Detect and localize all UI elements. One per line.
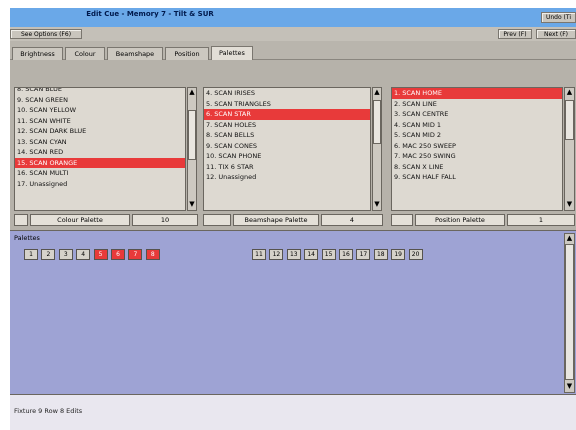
beamshape-list-item[interactable]: 8. SCAN BELLS xyxy=(204,130,370,141)
beamshape-list-item[interactable]: 6. SCAN STAR xyxy=(204,109,370,120)
beamshape-list-item[interactable]: 10. SCAN PHONE xyxy=(204,151,370,162)
palettes-panel: Palettes 12345678 11 12 13 14 15 16 17 18 19 20 ▲… xyxy=(10,230,576,394)
beamshape-list-item[interactable]: 9. SCAN CONES xyxy=(204,141,370,152)
scroll-down-icon[interactable]: ▼ xyxy=(565,382,574,390)
beamshape-palette-label: Beamshape Palette xyxy=(233,214,319,226)
beamshape-palette-value[interactable]: 4 xyxy=(321,214,383,226)
colour-list-item[interactable]: 13. SCAN CYAN xyxy=(15,137,185,148)
tab-beamshape[interactable]: Beamshape xyxy=(107,47,163,60)
position-list-item[interactable]: 2. SCAN LINE xyxy=(392,99,562,110)
colour-palette-label: Colour Palette xyxy=(30,214,130,226)
beamshape-list-item[interactable]: 12. Unassigned xyxy=(204,172,370,183)
tab-colour[interactable]: Colour xyxy=(65,47,105,60)
scroll-up-icon[interactable]: ▲ xyxy=(373,88,381,96)
colour-list-item[interactable]: 8. SCAN BLUE xyxy=(15,88,185,95)
colour-list-item[interactable]: 10. SCAN YELLOW xyxy=(15,105,185,116)
beamshape-list-item[interactable]: 4. SCAN IRISES xyxy=(204,88,370,99)
window-title: Edit Cue - Memory 7 - Tilt & SUR xyxy=(86,10,214,18)
position-list-item[interactable]: 4. SCAN MID 1 xyxy=(392,120,562,131)
beamshape-palette-list[interactable]: 4. SCAN IRISES 5. SCAN TRIANGLES 6. SCAN S… xyxy=(203,87,371,211)
next-button[interactable]: Next (F) xyxy=(536,29,576,39)
palette-button[interactable]: 7 xyxy=(128,249,143,260)
position-list-item[interactable]: 3. SCAN CENTRE xyxy=(392,109,562,120)
colour-list-item[interactable]: 15. SCAN ORANGE xyxy=(15,157,185,168)
colour-list-item[interactable]: 11. SCAN WHITE xyxy=(15,116,185,127)
palettes-title: Palettes xyxy=(14,234,40,242)
position-palette-toggle[interactable] xyxy=(391,214,413,226)
position-list-item[interactable]: 5. SCAN MID 2 xyxy=(392,130,562,141)
status-bar: Fixture 9 Row 8 Edits xyxy=(10,394,576,430)
colour-list-item[interactable]: 12. SCAN DARK BLUE xyxy=(15,126,185,137)
undo-button[interactable]: Undo (Ti xyxy=(541,12,576,23)
colour-palette-toggle[interactable] xyxy=(14,214,28,226)
position-palette-label: Position Palette xyxy=(415,214,505,226)
colour-list-scrollbar[interactable]: ▲ ▼ xyxy=(187,87,197,211)
scroll-thumb[interactable] xyxy=(565,100,574,140)
palette-button[interactable]: 15 xyxy=(321,249,336,260)
position-palette-value[interactable]: 1 xyxy=(507,214,575,226)
palettes-scrollbar[interactable]: ▲ ▼ xyxy=(564,233,575,393)
palette-button[interactable]: 13 xyxy=(286,249,301,260)
see-options-button[interactable]: See Options (F6) xyxy=(10,29,82,39)
colour-palette-list[interactable]: 8. SCAN BLUE 9. SCAN GREEN 10. SCAN YELLOW… xyxy=(14,87,186,211)
scroll-down-icon[interactable]: ▼ xyxy=(188,200,196,208)
toolbar: See Options (F6) Prev (F) Next (F) xyxy=(10,27,576,41)
palette-button[interactable]: 3 xyxy=(58,249,73,260)
attribute-panel: 8. SCAN BLUE 9. SCAN GREEN 10. SCAN YELLOW… xyxy=(10,60,576,230)
position-list-item[interactable]: 6. MAC 250 SWEEP xyxy=(392,141,562,152)
status-text: Fixture 9 Row 8 Edits xyxy=(14,407,83,415)
position-palette-list[interactable]: 1. SCAN HOME 2. SCAN LINE 3. SCAN CENTRE 4.… xyxy=(391,87,563,211)
palette-group-b: 11 12 13 14 15 16 17 18 19 20 xyxy=(252,249,492,263)
tab-position[interactable]: Position xyxy=(165,47,209,60)
palette-group-a: 12345678 xyxy=(24,249,224,263)
tab-strip: Brightness Colour Beamshape Position Pal… xyxy=(10,41,576,60)
palette-button[interactable]: 8 xyxy=(145,249,160,260)
palette-button[interactable]: 2 xyxy=(41,249,56,260)
palette-button[interactable]: 17 xyxy=(356,249,371,260)
colour-list-item[interactable]: 14. SCAN RED xyxy=(15,147,185,158)
scroll-up-icon[interactable]: ▲ xyxy=(188,88,196,96)
palette-button[interactable]: 4 xyxy=(76,249,91,260)
palette-button[interactable]: 18 xyxy=(373,249,388,260)
colour-palette-value[interactable]: 10 xyxy=(132,214,198,226)
beamshape-palette-toggle[interactable] xyxy=(203,214,231,226)
colour-list-item[interactable]: 9. SCAN GREEN xyxy=(15,95,185,106)
position-list-scrollbar[interactable]: ▲ ▼ xyxy=(564,87,575,211)
colour-list-item[interactable]: 17. Unassigned xyxy=(15,179,185,190)
scroll-down-icon[interactable]: ▼ xyxy=(373,200,381,208)
palette-button[interactable]: 16 xyxy=(339,249,353,260)
position-list-item[interactable]: 1. SCAN HOME xyxy=(392,88,562,99)
beamshape-list-scrollbar[interactable]: ▲ ▼ xyxy=(372,87,382,211)
scroll-up-icon[interactable]: ▲ xyxy=(565,88,574,96)
position-list-item[interactable]: 7. MAC 250 SWING xyxy=(392,151,562,162)
palette-button[interactable]: 20 xyxy=(408,249,423,260)
palette-button[interactable]: 11 xyxy=(252,249,266,260)
palette-button[interactable]: 12 xyxy=(269,249,284,260)
beamshape-list-item[interactable]: 7. SCAN HOLES xyxy=(204,120,370,131)
palette-button[interactable]: 5 xyxy=(93,249,108,260)
scroll-down-icon[interactable]: ▼ xyxy=(565,200,574,208)
scroll-thumb[interactable] xyxy=(373,100,381,144)
position-list-item[interactable]: 9. SCAN HALF FALL xyxy=(392,172,562,183)
tab-brightness[interactable]: Brightness xyxy=(12,47,63,60)
colour-list-item[interactable]: 16. SCAN MULTI xyxy=(15,168,185,179)
scroll-up-icon[interactable]: ▲ xyxy=(565,234,574,242)
palette-button[interactable]: 6 xyxy=(111,249,125,260)
palette-button[interactable]: 14 xyxy=(304,249,319,260)
palette-button[interactable]: 1 xyxy=(24,249,38,260)
beamshape-list-item[interactable]: 5. SCAN TRIANGLES xyxy=(204,99,370,110)
scroll-thumb[interactable] xyxy=(565,244,574,380)
tab-palettes[interactable]: Palettes xyxy=(211,46,253,60)
scroll-thumb[interactable] xyxy=(188,110,196,160)
palette-button[interactable]: 19 xyxy=(391,249,406,260)
prev-button[interactable]: Prev (F) xyxy=(498,29,532,39)
position-list-item[interactable]: 8. SCAN X LINE xyxy=(392,162,562,173)
title-bar: Edit Cue - Memory 7 - Tilt & SUR Undo (T… xyxy=(10,8,576,27)
beamshape-list-item[interactable]: 11. TIX 6 STAR xyxy=(204,162,370,173)
